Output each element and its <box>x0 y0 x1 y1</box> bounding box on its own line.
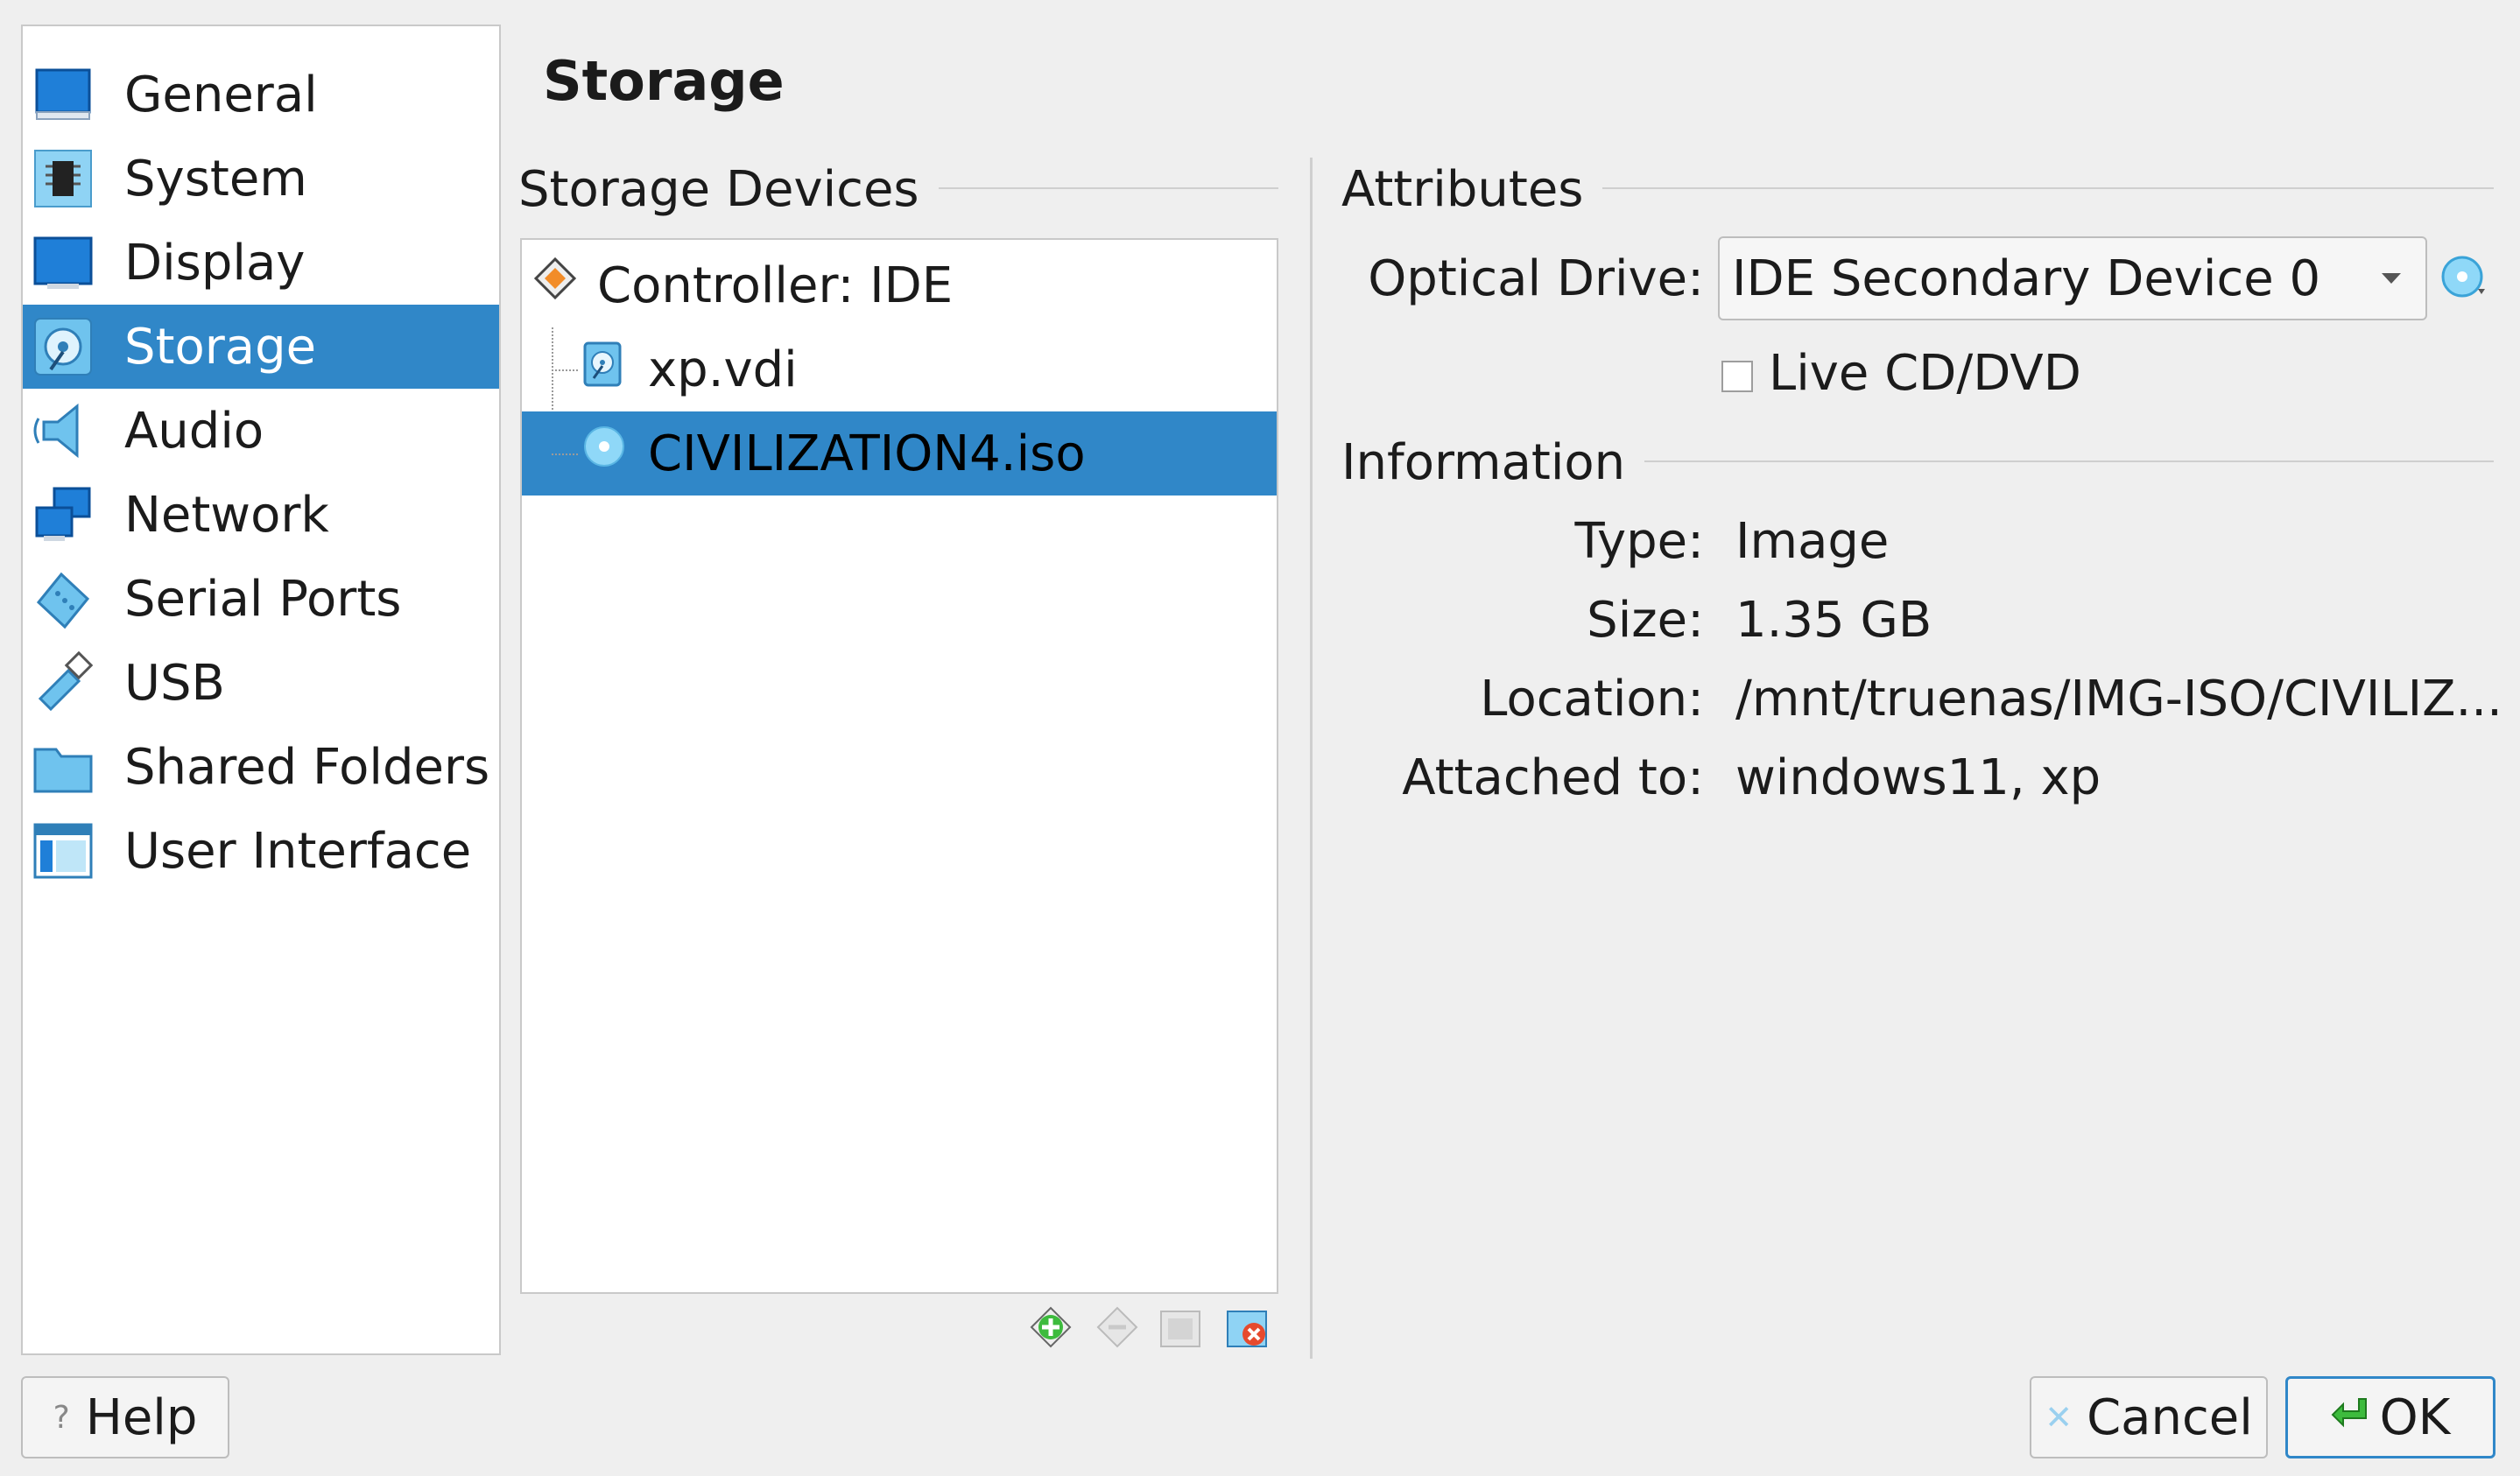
sidebar-item-shared-folders[interactable]: Shared Folders <box>23 725 499 809</box>
sidebar-item-serial-ports[interactable]: Serial Ports <box>23 557 499 641</box>
usb-icon <box>32 650 95 714</box>
live-cd-label[interactable]: Live CD/DVD <box>1769 345 2081 402</box>
cancel-button[interactable]: ✕ Cancel <box>2030 1376 2268 1458</box>
optical-drive-value: IDE Secondary Device 0 <box>1732 250 2321 307</box>
help-button-label: Help <box>85 1388 198 1446</box>
user-interface-icon <box>32 819 95 882</box>
shared-folders-icon <box>32 735 95 798</box>
audio-icon <box>32 399 95 462</box>
hard-disk-icon <box>581 340 623 389</box>
info-location-label: Location: <box>1480 671 1704 727</box>
add-attachment-icon[interactable] <box>1028 1304 1073 1350</box>
sidebar-item-label: Audio <box>124 402 264 460</box>
info-size-label: Size: <box>1587 592 1704 649</box>
system-icon <box>32 147 95 210</box>
general-icon <box>32 63 95 126</box>
help-button[interactable]: ? Help <box>21 1376 229 1458</box>
live-cd-checkbox[interactable] <box>1721 361 1753 392</box>
ok-icon <box>2331 1389 2373 1446</box>
tree-connector <box>552 453 578 455</box>
sidebar-item-label: USB <box>124 654 225 712</box>
info-type-label: Type: <box>1574 513 1705 570</box>
sidebar-item-usb[interactable]: USB <box>23 641 499 725</box>
attributes-heading: Attributes <box>1341 161 1603 218</box>
chevron-down-icon <box>2382 273 2401 284</box>
tree-item-label: Controller: IDE <box>597 257 954 314</box>
sidebar-item-display[interactable]: Display <box>23 221 499 305</box>
tree-item-controller-ide[interactable]: Controller: IDE <box>522 243 1277 327</box>
information-heading: Information <box>1341 434 1645 491</box>
settings-sidebar: General System Display Storage Audio Net… <box>21 25 501 1355</box>
info-attached-value: windows11, xp <box>1735 749 2101 806</box>
tree-item-xp-vdi[interactable]: xp.vdi <box>522 327 1277 411</box>
sidebar-item-storage[interactable]: Storage <box>23 305 499 389</box>
optical-drive-select[interactable]: IDE Secondary Device 0 <box>1718 236 2427 320</box>
storage-tree[interactable]: Controller: IDE xp.vdi CIVILIZATION4.iso <box>520 238 1278 1294</box>
help-icon: ? <box>53 1399 70 1436</box>
sidebar-item-label: System <box>124 150 307 207</box>
choose-disk-icon[interactable] <box>2439 254 2488 303</box>
optical-disc-icon <box>581 424 627 469</box>
sidebar-item-label: Shared Folders <box>124 738 490 796</box>
sidebar-item-label: User Interface <box>124 822 472 880</box>
network-icon <box>32 483 95 546</box>
sidebar-item-label: Serial Ports <box>124 570 402 628</box>
sidebar-item-system[interactable]: System <box>23 137 499 221</box>
sidebar-item-network[interactable]: Network <box>23 473 499 557</box>
optical-drive-label: Optical Drive: <box>1368 250 1704 307</box>
remove-controller-icon[interactable] <box>1224 1304 1270 1350</box>
tree-item-civilization4-iso[interactable]: CIVILIZATION4.iso <box>522 411 1277 496</box>
sidebar-item-label: Display <box>124 234 306 292</box>
page-title: Storage <box>543 49 785 113</box>
sidebar-item-general[interactable]: General <box>23 53 499 137</box>
storage-icon <box>32 315 95 378</box>
cancel-icon: ✕ <box>2045 1398 2073 1437</box>
sidebar-item-label: Storage <box>124 318 317 376</box>
sidebar-item-label: General <box>124 66 318 123</box>
sidebar-item-audio[interactable]: Audio <box>23 389 499 473</box>
sidebar-item-user-interface[interactable]: User Interface <box>23 809 499 893</box>
ok-button-label: OK <box>2379 1388 2451 1446</box>
display-icon <box>32 231 95 294</box>
ide-controller-icon <box>531 252 580 301</box>
add-controller-icon[interactable] <box>1158 1304 1203 1350</box>
sidebar-item-label: Network <box>124 486 329 544</box>
info-location-value: /mnt/truenas/IMG-ISO/CIVILIZ... <box>1735 671 2502 727</box>
info-size-value: 1.35 GB <box>1735 592 1932 649</box>
ok-button[interactable]: OK <box>2285 1376 2495 1458</box>
remove-attachment-icon[interactable] <box>1095 1304 1140 1350</box>
tree-item-label: xp.vdi <box>648 341 798 398</box>
cancel-button-label: Cancel <box>2087 1388 2253 1446</box>
storage-devices-heading: Storage Devices <box>518 161 939 218</box>
tree-item-label: CIVILIZATION4.iso <box>648 425 1086 482</box>
info-attached-label: Attached to: <box>1402 749 1704 806</box>
serial-ports-icon <box>32 567 95 630</box>
info-type-value: Image <box>1735 513 1890 570</box>
